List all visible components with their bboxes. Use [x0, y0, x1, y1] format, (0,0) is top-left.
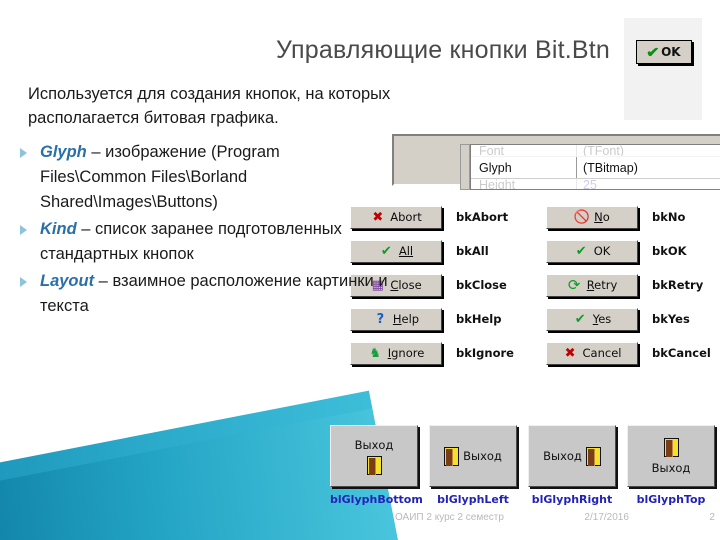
button-caption: Выход: [543, 449, 582, 463]
slide-canvas: Управляющие кнопки Bit.Btn ✔ OK Использу…: [0, 0, 720, 540]
layout-item-right: Выход blGlyphRight: [528, 425, 616, 506]
no-entry-icon: 🚫: [573, 209, 590, 225]
kind-code-label: bkClose: [456, 278, 507, 292]
kind-code-label: bkAbort: [456, 210, 509, 224]
exit-door-icon: [366, 455, 382, 475]
button-label: Yes: [592, 312, 612, 326]
kind-code-label: bkYes: [652, 312, 690, 326]
list-item: Kind – список заранее подготовленных ста…: [18, 217, 388, 267]
property-name: Height: [471, 179, 577, 189]
footer-date: 2/17/2016: [584, 512, 629, 523]
button-bkok[interactable]: ✔ OK: [546, 239, 638, 263]
property-value: 25: [583, 179, 597, 190]
button-label: Help: [392, 312, 420, 326]
title-ok-label: OK: [661, 45, 681, 59]
triangle-bullet-icon: [20, 148, 27, 158]
inspector-left-scrollbar[interactable]: [460, 144, 470, 190]
layout-code-label: blGlyphRight: [531, 493, 613, 506]
triangle-bullet-icon: [20, 277, 27, 287]
title-ok-button-image: ✔ OK: [636, 40, 692, 64]
button-label: Abort: [390, 210, 422, 224]
kind-code-label: bkIgnore: [456, 346, 514, 360]
kind-code-label: bkHelp: [456, 312, 502, 326]
kind-code-label: bkNo: [652, 210, 686, 224]
button-label: All: [398, 244, 414, 258]
layout-item-bottom: Выход blGlyphBottom: [330, 425, 423, 506]
delphi-screenshot: Font (TFont) Glyph (TBitmap) ··· Height …: [330, 130, 720, 530]
layout-code-label: blGlyphTop: [636, 493, 706, 506]
button-caption: Выход: [463, 449, 502, 463]
bullet-dash: –: [76, 220, 96, 238]
kind-button-column-right: 🚫 No bkNo ✔ OK bkOK ⟳ Retry bkRetry ✔ Ye…: [546, 200, 711, 370]
bullet-keyword: Kind: [40, 220, 77, 238]
bullet-dash: –: [94, 272, 113, 290]
kind-button-row: ✔ OK bkOK: [546, 234, 711, 268]
list-item: Layout – взаимное расположение картинки …: [18, 269, 388, 319]
bullet-list: Glyph – изображение (Program Files\Commo…: [18, 140, 388, 321]
button-blglyphright[interactable]: Выход: [528, 425, 616, 487]
kind-button-row: ⟳ Retry bkRetry: [546, 268, 711, 302]
kind-code-label: bkAll: [456, 244, 489, 258]
button-bkignore[interactable]: ♞ Ignore: [350, 341, 442, 365]
button-bkcancel[interactable]: ✖ Cancel: [546, 341, 638, 365]
layout-item-left: Выход blGlyphLeft: [429, 425, 517, 506]
property-name: Font: [471, 145, 577, 156]
red-x-icon: ✖: [564, 345, 576, 361]
exit-door-icon: [585, 446, 601, 466]
bullet-keyword: Glyph: [40, 143, 87, 161]
button-label: No: [594, 210, 610, 224]
footer-course: ОАИП 2 курс 2 семестр: [395, 512, 504, 523]
kind-button-row: 🚫 No bkNo: [546, 200, 711, 234]
lead-paragraph: Используется для создания кнопок, на кот…: [28, 85, 391, 127]
inspector-row-glyph[interactable]: Glyph (TBitmap) ···: [471, 157, 720, 179]
page-title: Управляющие кнопки Bit.Btn: [276, 36, 610, 64]
green-check-icon: ✔: [574, 311, 586, 327]
running-man-icon: ♞: [369, 345, 382, 361]
property-value: (TFont): [583, 145, 624, 157]
inspector-row-ghost-bottom[interactable]: Height 25: [471, 179, 720, 190]
bullet-keyword: Layout: [40, 272, 95, 290]
layout-code-label: blGlyphBottom: [330, 493, 423, 506]
bullet-dash: –: [86, 143, 106, 161]
title-image-panel: [624, 18, 702, 120]
green-check-icon: ✔: [575, 243, 587, 259]
inspector-rows: Font (TFont) Glyph (TBitmap) ··· Height …: [470, 144, 720, 190]
footer-page-number: 2: [709, 512, 715, 523]
layout-item-top: Выход blGlyphTop: [627, 425, 715, 506]
kind-code-label: bkOK: [652, 244, 687, 258]
kind-button-row: ♞ Ignore bkIgnore: [350, 336, 514, 370]
refresh-arrows-icon: ⟳: [567, 275, 581, 294]
button-blglyphleft[interactable]: Выход: [429, 425, 517, 487]
property-name: Glyph: [471, 157, 577, 178]
kind-code-label: bkCancel: [652, 346, 711, 360]
button-label: Ignore: [387, 346, 425, 360]
button-blglyphbottom[interactable]: Выход: [330, 425, 418, 487]
button-bkno[interactable]: 🚫 No: [546, 205, 638, 229]
exit-door-icon: [663, 437, 679, 457]
kind-button-row: ✔ Yes bkYes: [546, 302, 711, 336]
property-value-cell[interactable]: (TBitmap) ···: [577, 160, 720, 176]
exit-door-icon: [444, 446, 460, 466]
button-blglyphtop[interactable]: Выход: [627, 425, 715, 487]
button-label: Cancel: [582, 346, 622, 360]
button-caption: Выход: [651, 460, 691, 475]
triangle-bullet-icon: [20, 225, 27, 235]
kind-code-label: bkRetry: [652, 278, 704, 292]
slide-footer: ОАИП 2 курс 2 семестр 2/17/2016 2: [395, 512, 715, 523]
check-icon: ✔: [646, 44, 660, 60]
button-label: OK: [593, 244, 611, 258]
inspector-row-ghost-top[interactable]: Font (TFont): [471, 145, 720, 157]
button-caption: Выход: [354, 437, 394, 452]
layout-code-label: blGlyphLeft: [437, 493, 509, 506]
object-inspector: Font (TFont) Glyph (TBitmap) ··· Height …: [392, 134, 720, 190]
kind-button-row: ✖ Cancel bkCancel: [546, 336, 711, 370]
button-bkyes[interactable]: ✔ Yes: [546, 307, 638, 331]
property-value: (TBitmap): [583, 160, 638, 175]
button-label: Close: [390, 278, 422, 292]
button-label: Retry: [586, 278, 618, 292]
button-bkretry[interactable]: ⟳ Retry: [546, 273, 638, 297]
list-item: Glyph – изображение (Program Files\Commo…: [18, 140, 388, 215]
